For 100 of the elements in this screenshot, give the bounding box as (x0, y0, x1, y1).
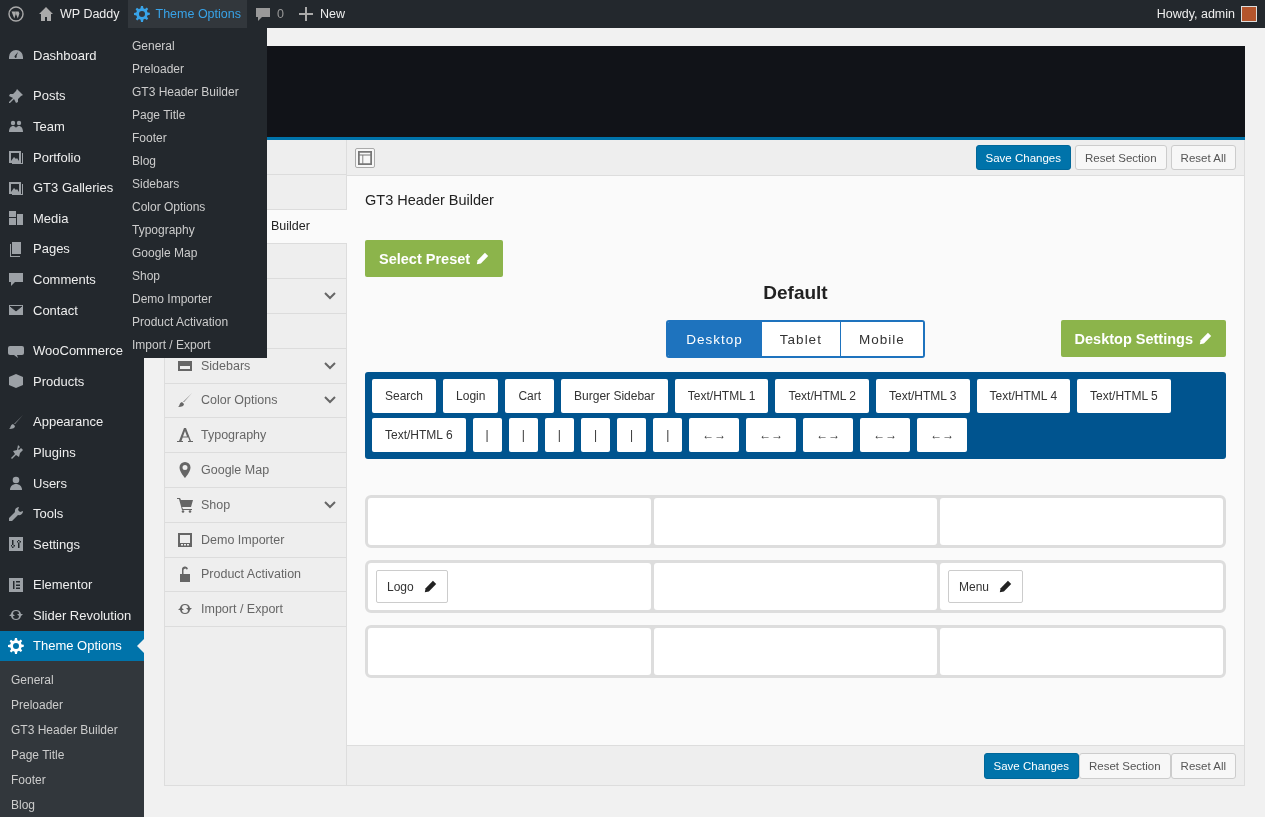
sidebar-item[interactable]: Appearance (0, 406, 108, 438)
theme-options-link[interactable]: Theme Options (127, 0, 247, 28)
dropdown-item[interactable]: Product Activation (123, 310, 267, 333)
element-chip[interactable]: Login (443, 379, 499, 413)
dropdown-item[interactable]: Footer (123, 126, 267, 149)
element-chip[interactable]: | (544, 418, 574, 452)
dropdown-item[interactable]: Color Options (123, 195, 267, 218)
options-nav-item[interactable]: Google Map (165, 453, 346, 488)
wordpress-logo-icon (8, 6, 24, 22)
options-nav-item[interactable]: Typography (165, 418, 346, 454)
sidebar-item[interactable]: Products (0, 365, 89, 397)
avatar (1241, 6, 1257, 22)
window-icon (177, 531, 193, 548)
placed-element[interactable]: Logo (376, 570, 448, 603)
sidebar-item[interactable]: Dashboard (0, 40, 101, 71)
dropdown-item[interactable]: General (123, 34, 267, 57)
sidebar-item[interactable]: Pages (0, 233, 74, 265)
save-button[interactable]: Save Changes (975, 145, 1071, 170)
element-chip[interactable]: Text/HTML 3 (875, 379, 970, 413)
pencil-icon (423, 580, 437, 593)
dropdown-item[interactable]: Page Title (123, 103, 267, 126)
sidebar-item[interactable]: Contact (0, 294, 82, 326)
settings-icon (8, 638, 24, 654)
pencil-icon (999, 580, 1013, 593)
submenu-item[interactable]: GT3 Header Builder (0, 717, 144, 743)
sidebar-item[interactable]: GT3 Galleries (0, 172, 118, 203)
media-icon (8, 210, 24, 227)
element-chip[interactable]: Burger Sidebar (561, 379, 668, 413)
sidebar-item[interactable]: Comments (0, 264, 100, 295)
new-link[interactable]: New (297, 6, 345, 22)
submenu-item[interactable]: Page Title (0, 742, 144, 768)
sidebar-item[interactable]: Theme Options (0, 630, 144, 662)
element-chip[interactable]: Text/HTML 6 (372, 418, 466, 452)
sidebar-item[interactable]: Settings (0, 528, 84, 560)
comments-link[interactable]: 0 (255, 6, 284, 22)
home-icon (38, 6, 54, 22)
element-chip[interactable]: ←→ (860, 418, 911, 452)
sidebar-item[interactable]: Tools (0, 498, 68, 529)
sidebar-item[interactable]: Posts (0, 80, 70, 112)
sidebar-item[interactable]: Elementor (0, 569, 97, 601)
element-chip[interactable]: Text/HTML 2 (775, 379, 869, 413)
submenu-item[interactable]: Footer (0, 767, 144, 793)
options-nav-item[interactable]: Color Options (165, 383, 346, 419)
people-icon (8, 118, 24, 135)
element-chip[interactable]: | (653, 418, 683, 452)
cube-icon (8, 373, 24, 390)
dropdown-item[interactable]: GT3 Header Builder (123, 80, 267, 103)
element-chip[interactable]: ←→ (917, 418, 968, 452)
site-link[interactable]: WP Daddy (38, 6, 120, 22)
element-chip[interactable]: ←→ (803, 418, 854, 452)
element-chip[interactable]: ←→ (689, 418, 740, 452)
dropdown-item[interactable]: Shop (123, 264, 267, 287)
pencil-icon (476, 252, 490, 265)
reset-button[interactable]: Reset Section (1075, 145, 1167, 170)
device-tab[interactable]: Desktop (668, 322, 761, 356)
plus-icon (297, 6, 314, 22)
element-chip[interactable]: Text/HTML 4 (976, 379, 1071, 413)
dropdown-item[interactable]: Typography (123, 218, 267, 241)
submenu-item[interactable]: Preloader (0, 692, 144, 718)
sidebar-item[interactable]: Portfolio (0, 141, 85, 173)
picture-icon (8, 179, 24, 196)
placed-element[interactable]: Menu (948, 570, 1024, 603)
dropdown-item[interactable]: Demo Importer (123, 287, 267, 310)
reset-button[interactable]: Reset All (1170, 145, 1236, 170)
element-chip[interactable]: | (508, 418, 538, 452)
layout-toggle-button[interactable] (355, 147, 375, 168)
element-chip[interactable]: Search (372, 379, 437, 413)
element-chip[interactable]: ←→ (746, 418, 797, 452)
options-nav-item[interactable]: Demo Importer (165, 522, 346, 558)
sidebar-item[interactable]: Team (0, 111, 69, 142)
element-chip[interactable]: Text/HTML 5 (1077, 379, 1171, 413)
sidebar-item[interactable]: Slider Revolution (0, 600, 136, 631)
pages-icon (8, 240, 24, 257)
account-link[interactable]: Howdy, admin (1156, 6, 1257, 22)
element-chip[interactable]: | (472, 418, 502, 452)
dropdown-item[interactable]: Preloader (123, 57, 267, 80)
sidebar-item[interactable]: Media (0, 202, 73, 234)
element-chip[interactable]: Cart (505, 379, 555, 413)
options-nav-item[interactable]: Shop (165, 487, 346, 523)
sidebar-item[interactable]: Users (0, 467, 71, 499)
map-pin-icon (177, 462, 193, 479)
device-tab[interactable]: Mobile (839, 322, 923, 356)
pencil-icon (1199, 332, 1212, 345)
device-tab[interactable]: Tablet (760, 322, 840, 356)
section-title: GT3 Header Builder (365, 192, 495, 208)
reset-button[interactable]: Reset Section (1079, 752, 1171, 779)
submenu-item[interactable]: General (0, 667, 144, 693)
reset-button[interactable]: Reset All (1170, 752, 1236, 779)
options-nav-item[interactable]: Product Activation (165, 557, 346, 593)
sidebar-item[interactable]: Plugins (0, 437, 80, 468)
dropdown-item[interactable]: Sidebars (123, 172, 267, 195)
options-nav-item[interactable]: Import / Export (165, 592, 346, 628)
element-chip[interactable]: | (617, 418, 647, 452)
dropdown-item[interactable]: Blog (123, 149, 267, 172)
save-button[interactable]: Save Changes (983, 752, 1079, 779)
sliders-icon (8, 536, 24, 553)
element-chip[interactable]: | (580, 418, 611, 452)
element-chip[interactable]: Text/HTML 1 (674, 379, 769, 413)
dropdown-item[interactable]: Google Map (123, 241, 267, 264)
submenu-item[interactable]: Blog (0, 792, 144, 817)
